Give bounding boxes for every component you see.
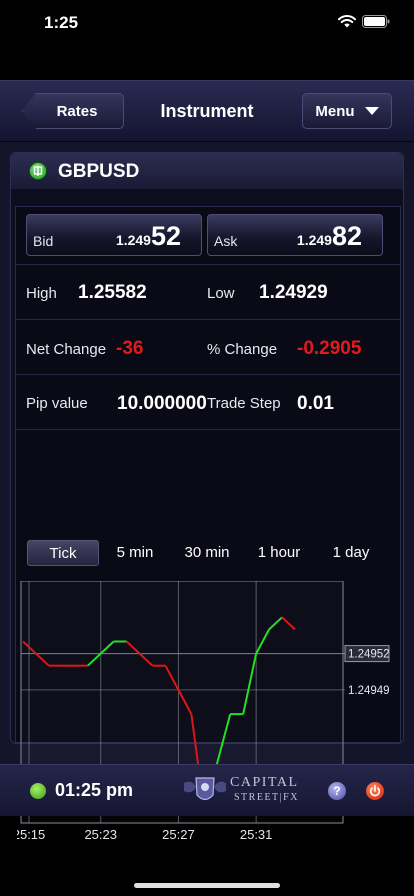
help-icon[interactable]: ? (328, 782, 346, 800)
low-label: Low (207, 285, 235, 302)
low-value: 1.24929 (259, 282, 328, 303)
pct-change-label: % Change (207, 341, 278, 358)
ask-price-pips: 82 (331, 221, 362, 251)
net-change-value: -36 (116, 338, 144, 359)
menu-button[interactable]: Menu (302, 93, 392, 129)
trade-step-value: 0.01 (297, 393, 334, 414)
tab-30min[interactable]: 30 min (175, 540, 239, 566)
tab-tick[interactable]: Tick (27, 540, 99, 566)
ask-label: Ask (214, 233, 238, 249)
capital-street-fx-logo: CAPITAL STREET|FX (182, 773, 298, 809)
footer-clock: 01:25 pm (55, 780, 134, 800)
brand-subname: STREET|FX (234, 792, 299, 803)
home-indicator (134, 883, 280, 888)
chart-y-tick-label: 1.24949 (348, 685, 390, 697)
trade-step-label: Trade Step (207, 395, 281, 412)
bid-price-prefix: 1.249 (115, 232, 151, 248)
connection-status-icon (30, 783, 46, 799)
instrument-panel: GBPUSD Bid 1.24952 Ask 1.24982 High 1.25… (10, 152, 404, 842)
bid-button[interactable]: Bid 1.24952 (26, 214, 202, 256)
caret-down-icon (364, 107, 379, 115)
footer-bar: 01:25 pm CAPITAL STREET|FX ? (0, 764, 414, 816)
app-screen: Rates Instrument Menu GBPUSD Bid 1.24952… (0, 80, 414, 842)
bid-price-pips: 52 (150, 221, 181, 251)
battery-icon (362, 15, 390, 28)
high-label: High (26, 285, 57, 302)
high-value: 1.25582 (78, 282, 147, 303)
pip-row: Pip value 10.000000 Trade Step 0.01 (16, 374, 400, 429)
status-icons (338, 15, 390, 28)
pct-change-value: -0.2905 (297, 338, 362, 359)
shield-logo-icon (184, 777, 226, 801)
tab-1hour[interactable]: 1 hour (249, 540, 309, 566)
ask-price: 1.24982 (297, 221, 362, 252)
ask-price-prefix: 1.249 (296, 232, 332, 248)
tab-5min[interactable]: 5 min (107, 540, 163, 566)
chart-x-tick-label: 25:23 (84, 827, 117, 842)
status-time: 1:25 (44, 13, 79, 32)
pip-value: 10.000000 (117, 393, 207, 414)
trade-icon[interactable] (29, 162, 47, 180)
wifi-icon (338, 15, 356, 28)
chart-x-tick-label: 25:15 (17, 827, 45, 842)
net-change-label: Net Change (26, 341, 107, 358)
nav-bar: Rates Instrument Menu (0, 80, 414, 142)
divider (16, 429, 400, 430)
power-icon[interactable] (366, 782, 384, 800)
ask-button[interactable]: Ask 1.24982 (207, 214, 383, 256)
menu-label: Menu (315, 102, 355, 120)
high-low-row: High 1.25582 Low 1.24929 (16, 264, 400, 319)
bid-label: Bid (33, 233, 54, 249)
chart-x-tick-label: 25:27 (162, 827, 195, 842)
tab-1day[interactable]: 1 day (323, 540, 379, 566)
brand-name: CAPITAL (230, 775, 299, 790)
chart-x-tick-label: 25:31 (240, 827, 273, 842)
symbol-header: GBPUSD (11, 153, 403, 189)
pip-value-label: Pip value (26, 395, 88, 412)
chart-current-value-label: 1.24952 (348, 649, 390, 661)
symbol-name: GBPUSD (58, 161, 140, 182)
status-bar: 1:25 (0, 0, 414, 48)
change-row: Net Change -36 % Change -0.2905 (16, 319, 400, 374)
bid-price: 1.24952 (116, 221, 181, 252)
